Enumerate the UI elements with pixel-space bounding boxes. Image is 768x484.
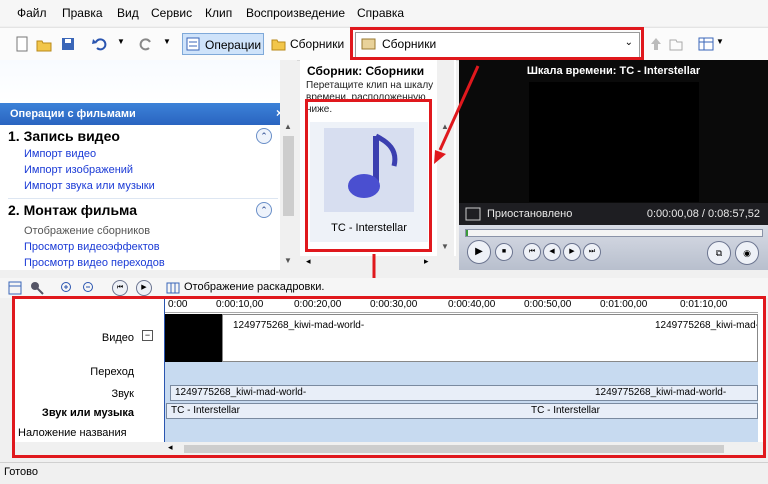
play-button[interactable]: ▶ <box>467 240 491 264</box>
link-import-audio[interactable]: Импорт звука или музыки <box>24 180 155 192</box>
operations-label: Операции <box>205 38 262 52</box>
undo-dropdown-icon[interactable]: ▼ <box>117 37 125 46</box>
seek-progress <box>466 230 468 236</box>
timeline-play-button[interactable]: ▶ <box>136 280 152 296</box>
section-capture-video[interactable]: 1. Запись видео <box>8 128 120 144</box>
views-icon[interactable] <box>698 36 714 52</box>
monitor-status: Приостановлено <box>487 208 573 220</box>
undo-icon[interactable] <box>92 36 108 52</box>
monitor-status-bar: Приостановлено 0:00:00,08 / 0:08:57,52 <box>459 203 768 225</box>
timeline-rewind-button[interactable]: ⏮ <box>112 280 128 296</box>
monitor-time: 0:00:00,08 / 0:08:57,52 <box>646 208 760 220</box>
scroll-down-icon[interactable]: ▼ <box>284 256 292 265</box>
timeline-toolbar: ⏮ ▶ Отображение раскадровки. <box>0 278 768 298</box>
toolbar: ▼ ▼ Операции Сборники Сборники ⌄ ▼ <box>0 27 768 61</box>
seek-bar[interactable] <box>465 229 763 237</box>
menu-edit[interactable]: Правка <box>62 6 103 20</box>
timeline-highlight <box>12 296 766 458</box>
save-project-icon[interactable] <box>60 36 76 52</box>
link-import-video[interactable]: Импорт видео <box>24 148 96 160</box>
storyboard-icon[interactable] <box>166 281 180 295</box>
new-collection-icon[interactable] <box>668 36 684 52</box>
link-show-collections[interactable]: Отображение сборников <box>24 225 150 237</box>
forward-button[interactable]: ⏭ <box>583 243 601 261</box>
prev-frame-button[interactable]: ◀ <box>543 243 561 261</box>
movie-tasks-pane: Операции с фильмами × 1. Запись видео ⌃ … <box>0 60 297 270</box>
collection-hscrollbar[interactable]: ◂ ▸ <box>300 256 456 270</box>
collapse-edit-icon[interactable]: ⌃ <box>256 202 272 218</box>
collections-label: Сборники <box>290 37 345 51</box>
zoom-in-icon[interactable] <box>60 281 74 295</box>
scroll-up-icon[interactable]: ▲ <box>284 122 292 131</box>
new-project-icon[interactable] <box>14 36 30 52</box>
snapshot-button[interactable]: ◉ <box>735 241 759 265</box>
status-text: Готово <box>4 466 38 478</box>
collection-scrollbar[interactable]: ▲ ▼ <box>437 60 454 256</box>
monitor-controls: ▶ ■ ⏮ ◀ ▶ ⏭ ⧉ ◉ <box>459 225 768 270</box>
video-display <box>529 82 699 202</box>
tasks-scrollbar[interactable]: ▲ ▼ <box>280 60 297 270</box>
preview-monitor: Шкала времени: TC - Interstellar Приоста… <box>459 60 768 270</box>
monitor-mode-icon[interactable] <box>465 207 481 221</box>
scroll-thumb[interactable] <box>283 136 294 216</box>
clip-highlight <box>305 99 432 252</box>
section-edit-movie[interactable]: 2. Монтаж фильма <box>8 202 137 218</box>
operations-icon <box>186 37 200 51</box>
menu-service[interactable]: Сервис <box>151 6 192 20</box>
redo-icon[interactable] <box>138 36 154 52</box>
collection-scroll-down-icon[interactable]: ▼ <box>441 242 449 251</box>
collection-title: Сборник: Сборники <box>307 64 425 78</box>
collection-scroll-left-icon[interactable]: ◂ <box>306 256 311 267</box>
split-clip-button[interactable]: ⧉ <box>707 241 731 265</box>
link-view-transitions[interactable]: Просмотр видео переходов <box>24 257 165 269</box>
link-import-images[interactable]: Импорт изображений <box>24 164 133 176</box>
collections-folder-icon <box>271 39 286 51</box>
menu-clip[interactable]: Клип <box>205 6 232 20</box>
menu-bar: Файл Правка Вид Сервис Клип Воспроизведе… <box>0 0 768 26</box>
open-project-icon[interactable] <box>36 36 52 52</box>
zoom-out-icon[interactable] <box>82 281 96 295</box>
menu-file[interactable]: Файл <box>17 6 47 20</box>
monitor-title: Шкала времени: TC - Interstellar <box>526 65 701 77</box>
collection-up-icon[interactable] <box>648 36 664 52</box>
next-frame-button[interactable]: ▶ <box>563 243 581 261</box>
collections-button[interactable]: Сборники <box>268 33 348 55</box>
collection-scroll-up-icon[interactable]: ▲ <box>441 122 449 131</box>
menu-help[interactable]: Справка <box>357 6 404 20</box>
redo-dropdown-icon[interactable]: ▼ <box>163 37 171 46</box>
stop-button[interactable]: ■ <box>495 243 513 261</box>
menu-view[interactable]: Вид <box>117 6 139 20</box>
operations-button[interactable]: Операции <box>182 33 264 55</box>
tasks-header: Операции с фильмами × <box>0 103 297 125</box>
collection-pane: Сборник: Сборники Перетащите клип на шка… <box>300 60 456 270</box>
views-dropdown-icon[interactable]: ▼ <box>716 37 724 46</box>
rewind-button[interactable]: ⏮ <box>523 243 541 261</box>
collapse-capture-icon[interactable]: ⌃ <box>256 128 272 144</box>
collection-scroll-right-icon[interactable]: ▸ <box>424 256 429 267</box>
tasks-header-title: Операции с фильмами <box>10 108 136 120</box>
status-bar: Готово <box>0 462 768 484</box>
narrate-icon[interactable] <box>30 281 44 295</box>
storyboard-toggle[interactable]: Отображение раскадровки. <box>184 281 324 293</box>
link-view-effects[interactable]: Просмотр видеоэффектов <box>24 241 160 253</box>
timeline-view-icon[interactable] <box>8 281 22 295</box>
menu-playback[interactable]: Воспроизведение <box>246 6 345 20</box>
section-divider <box>8 198 278 199</box>
collection-select-highlight <box>350 27 644 60</box>
